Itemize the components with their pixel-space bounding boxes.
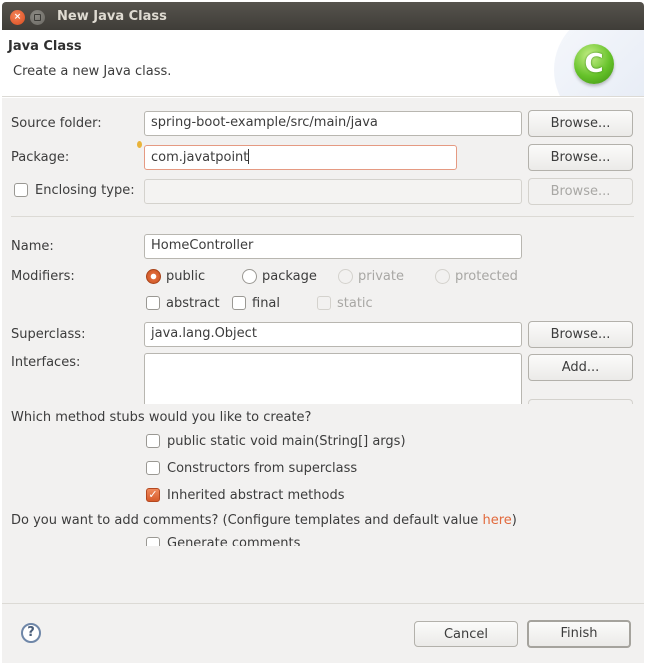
java-class-c-icon: C bbox=[574, 44, 614, 84]
comments-question: Do you want to add comments? (Configure … bbox=[11, 513, 517, 528]
constructors-label: Constructors from superclass bbox=[167, 461, 358, 476]
wizard-description: Create a new Java class. bbox=[13, 64, 172, 79]
superclass-browse-button[interactable]: Browse... bbox=[528, 321, 633, 348]
abstract-checkbox[interactable] bbox=[146, 296, 160, 310]
text-cursor bbox=[248, 149, 250, 164]
enclosing-type-checkbox[interactable] bbox=[14, 183, 28, 197]
generate-comments-checkbox[interactable] bbox=[146, 537, 160, 546]
generate-comments-row: Generate comments bbox=[140, 535, 340, 546]
interfaces-add-button[interactable]: Add... bbox=[528, 354, 633, 381]
comments-question-end: ) bbox=[511, 513, 517, 528]
protected-radio-label: protected bbox=[455, 269, 518, 284]
window-title: New Java Class bbox=[57, 9, 167, 24]
superclass-label: Superclass: bbox=[11, 327, 86, 342]
enclosing-type-browse-button[interactable]: Browse... bbox=[528, 178, 633, 205]
enclosing-type-label: Enclosing type: bbox=[35, 183, 135, 198]
source-folder-input[interactable]: spring-boot-example/src/main/java bbox=[144, 111, 522, 136]
package-value: com.javatpoint bbox=[151, 150, 249, 165]
source-folder-label: Source folder: bbox=[11, 116, 102, 131]
source-folder-browse-button[interactable]: Browse... bbox=[528, 110, 633, 137]
comments-question-text: Do you want to add comments? (Configure … bbox=[11, 513, 483, 528]
static-checkbox-label: static bbox=[337, 296, 373, 311]
main-method-checkbox[interactable] bbox=[146, 434, 160, 448]
wizard-header: Java Class Create a new Java class. C bbox=[2, 30, 644, 97]
footer-separator bbox=[2, 603, 644, 604]
inherited-methods-checkbox[interactable]: ✓ bbox=[146, 488, 160, 502]
cancel-button[interactable]: Cancel bbox=[414, 621, 518, 647]
maximize-window-icon[interactable] bbox=[30, 10, 45, 25]
content-assist-bulb-icon bbox=[137, 141, 142, 148]
package-label: Package: bbox=[11, 150, 70, 165]
name-label: Name: bbox=[11, 239, 54, 254]
interfaces-list[interactable] bbox=[144, 353, 522, 404]
final-checkbox-label: final bbox=[252, 296, 281, 311]
superclass-input[interactable]: java.lang.Object bbox=[144, 322, 522, 347]
configure-templates-link[interactable]: here bbox=[482, 513, 511, 528]
constructors-checkbox[interactable] bbox=[146, 461, 160, 475]
method-stubs-question: Which method stubs would you like to cre… bbox=[11, 410, 312, 425]
generate-comments-label: Generate comments bbox=[167, 536, 301, 546]
modifiers-label: Modifiers: bbox=[11, 269, 75, 284]
abstract-checkbox-label: abstract bbox=[166, 296, 220, 311]
wizard-title: Java Class bbox=[8, 39, 82, 54]
protected-radio[interactable] bbox=[435, 269, 450, 284]
title-bar: × New Java Class bbox=[2, 2, 644, 30]
inherited-methods-label: Inherited abstract methods bbox=[167, 488, 345, 503]
interfaces-remove-button[interactable] bbox=[528, 399, 633, 404]
package-radio-label: package bbox=[262, 269, 317, 284]
interfaces-label: Interfaces: bbox=[11, 355, 81, 370]
public-radio-label: public bbox=[166, 269, 206, 284]
static-checkbox[interactable] bbox=[317, 296, 331, 310]
separator bbox=[11, 216, 634, 217]
finish-button[interactable]: Finish bbox=[527, 620, 631, 648]
final-checkbox[interactable] bbox=[232, 296, 246, 310]
help-icon[interactable]: ? bbox=[21, 623, 41, 643]
package-browse-button[interactable]: Browse... bbox=[528, 144, 633, 171]
package-input[interactable]: com.javatpoint bbox=[144, 145, 457, 170]
package-radio[interactable] bbox=[242, 269, 257, 284]
public-radio[interactable] bbox=[146, 269, 161, 284]
private-radio[interactable] bbox=[338, 269, 353, 284]
close-window-icon[interactable]: × bbox=[10, 10, 25, 25]
private-radio-label: private bbox=[358, 269, 404, 284]
enclosing-type-input[interactable] bbox=[144, 179, 522, 204]
name-input[interactable]: HomeController bbox=[144, 234, 522, 259]
main-method-label: public static void main(String[] args) bbox=[167, 434, 406, 449]
